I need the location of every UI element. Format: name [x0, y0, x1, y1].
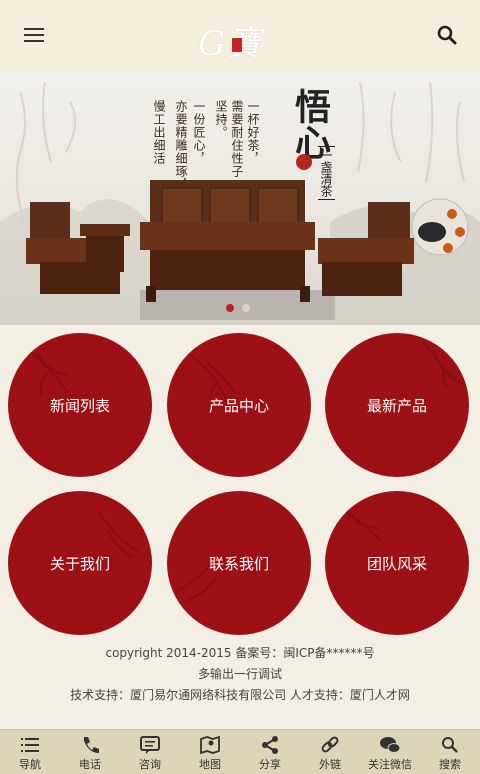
- poem-line: 一杯好茶，: [246, 100, 260, 165]
- site-footer: copyright 2014-2015 备案号：闽ICP备******号 多输出…: [0, 641, 480, 729]
- banner-seal: [296, 154, 312, 170]
- menu-icon[interactable]: [24, 26, 44, 44]
- wechat-icon: [380, 737, 401, 753]
- grid-item-about[interactable]: 关于我们: [8, 491, 152, 635]
- site-logo[interactable]: G寶盈: [190, 8, 290, 113]
- slide-dot-active[interactable]: [226, 304, 234, 312]
- grid-item-team[interactable]: 团队风采: [325, 491, 469, 635]
- nav-item-share[interactable]: 分享: [240, 730, 300, 774]
- bottom-nav: 导航 电话 咨询 地图 分享 外链 关注微信 搜索: [0, 729, 480, 774]
- slide-dot[interactable]: [242, 304, 250, 312]
- category-grid: 新闻列表 产品中心 最新产品 关于我们 联系我们 团队风采: [0, 325, 480, 641]
- nav-label: 分享: [259, 758, 281, 771]
- nav-item-guide[interactable]: 导航: [0, 730, 60, 774]
- poem-line: 亦要精雕细琢，: [174, 100, 188, 191]
- hero-banner[interactable]: 一杯好茶， 需要耐住性子 坚持。 一份匠心， 亦要精雕细琢， 慢工出细活 悟心 …: [0, 72, 480, 325]
- share-icon: [262, 736, 278, 754]
- grid-item-new-products[interactable]: 最新产品: [325, 333, 469, 477]
- grid-item-label: 团队风采: [366, 554, 427, 573]
- tech-support-text: 技术支持：厦门易尔通网络科技有限公司 人才支持：厦门人才网: [70, 688, 410, 702]
- debug-text: 多输出一行调试: [197, 667, 282, 681]
- link-icon: [321, 736, 339, 753]
- grid-item-contact[interactable]: 联系我们: [167, 491, 311, 635]
- poem-line: 坚持。: [214, 100, 228, 139]
- poem-line: 慢工出细活: [152, 100, 166, 165]
- slide-indicator: [226, 304, 254, 312]
- grid-item-label: 联系我们: [208, 554, 269, 573]
- header-bar: G寶盈: [0, 0, 480, 113]
- banner-subtitle: 一盏清茶: [318, 146, 335, 200]
- nav-item-search[interactable]: 搜索: [420, 730, 480, 774]
- poem-line: 需要耐住性子: [230, 100, 244, 178]
- nav-item-map[interactable]: 地图: [180, 730, 240, 774]
- list-icon: [21, 738, 39, 752]
- nav-item-phone[interactable]: 电话: [60, 730, 120, 774]
- grid-item-products[interactable]: 产品中心: [167, 333, 311, 477]
- nav-label: 咨询: [139, 758, 161, 771]
- nav-label: 导航: [19, 758, 41, 771]
- nav-item-links[interactable]: 外链: [300, 730, 360, 774]
- search-icon: [442, 737, 458, 753]
- nav-label: 地图: [199, 758, 221, 771]
- logo-seal: [232, 38, 242, 52]
- nav-item-wechat[interactable]: 关注微信: [360, 730, 420, 774]
- grid-item-label: 产品中心: [208, 396, 269, 415]
- map-icon: [200, 735, 220, 755]
- phone-icon: [84, 737, 99, 753]
- copyright-text: copyright 2014-2015 备案号：闽ICP备******号: [105, 646, 375, 660]
- grid-item-news[interactable]: 新闻列表: [8, 333, 152, 477]
- nav-label: 外链: [319, 758, 341, 771]
- chat-icon: [140, 736, 160, 754]
- nav-label: 电话: [79, 758, 101, 771]
- nav-item-consult[interactable]: 咨询: [120, 730, 180, 774]
- nav-label: 搜索: [439, 758, 461, 771]
- grid-item-label: 关于我们: [49, 554, 110, 573]
- poem-line: 一份匠心，: [192, 100, 206, 165]
- search-icon[interactable]: [436, 24, 458, 46]
- grid-item-label: 最新产品: [366, 396, 427, 415]
- nav-label: 关注微信: [368, 758, 412, 771]
- grid-item-label: 新闻列表: [49, 396, 110, 415]
